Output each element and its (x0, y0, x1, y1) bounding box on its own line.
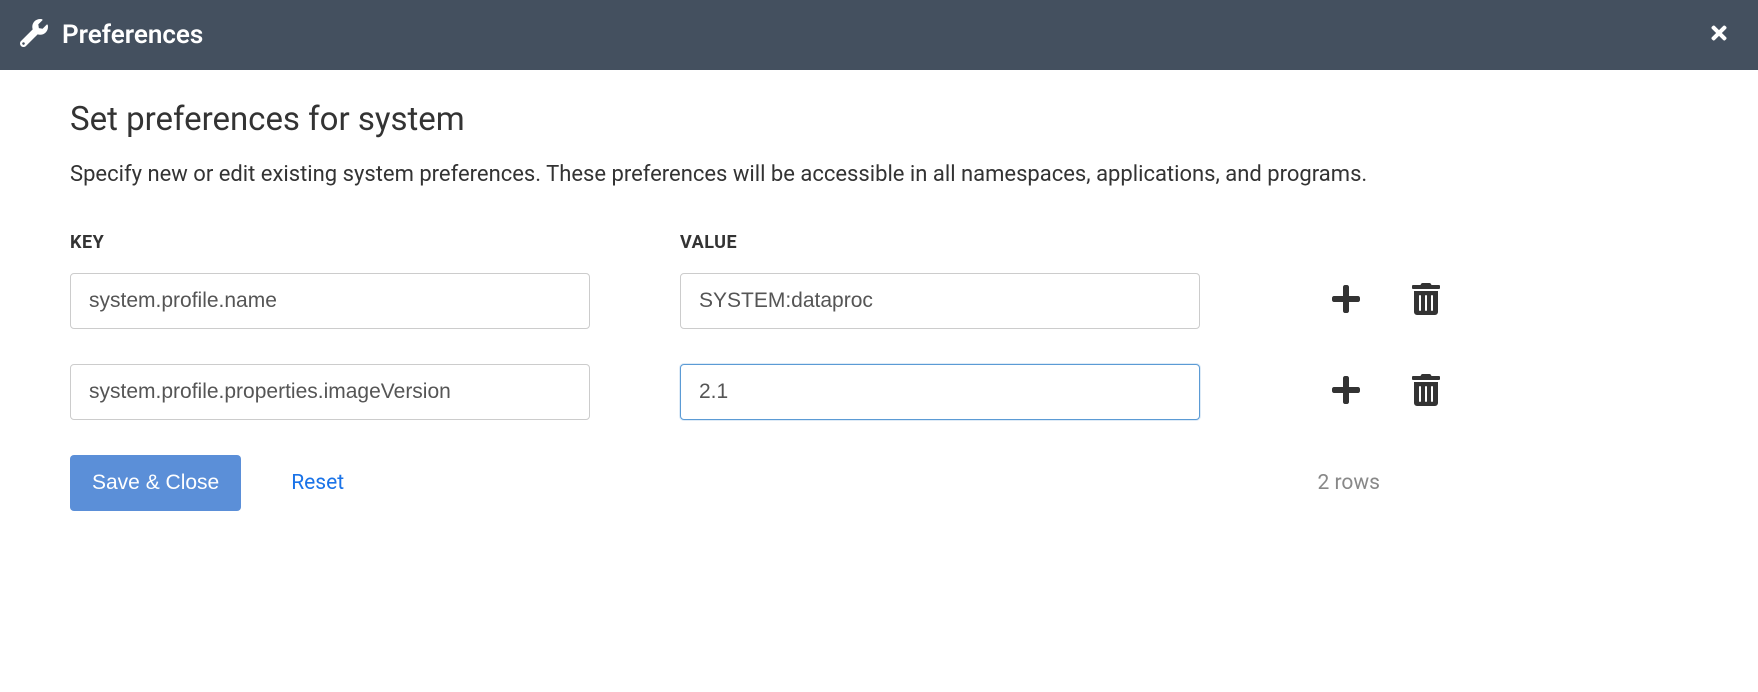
preference-row (70, 273, 1688, 329)
key-input[interactable] (70, 364, 590, 420)
close-icon[interactable] (1700, 14, 1738, 56)
row-actions (1330, 374, 1442, 410)
delete-row-icon[interactable] (1410, 283, 1442, 319)
page-title: Set preferences for system (70, 100, 1688, 139)
value-input[interactable] (680, 273, 1200, 329)
footer-left: Save & Close Reset (70, 455, 344, 511)
dialog-header: Preferences (0, 0, 1758, 70)
dialog-content: Set preferences for system Specify new o… (0, 70, 1758, 541)
page-description: Specify new or edit existing system pref… (70, 157, 1688, 192)
preference-row (70, 364, 1688, 420)
row-count-label: 2 rows (1317, 471, 1380, 495)
header-left: Preferences (20, 19, 203, 51)
dialog-footer: Save & Close Reset 2 rows (70, 455, 1380, 511)
column-header-value: VALUE (680, 232, 1200, 253)
value-input[interactable] (680, 364, 1200, 420)
table-headers: KEY VALUE (70, 232, 1688, 253)
row-actions (1330, 283, 1442, 319)
reset-link[interactable]: Reset (291, 471, 344, 495)
add-row-icon[interactable] (1330, 374, 1362, 410)
key-input[interactable] (70, 273, 590, 329)
column-header-key: KEY (70, 232, 590, 253)
dialog-title: Preferences (62, 20, 203, 50)
save-close-button[interactable]: Save & Close (70, 455, 241, 511)
add-row-icon[interactable] (1330, 283, 1362, 319)
delete-row-icon[interactable] (1410, 374, 1442, 410)
wrench-icon (20, 19, 48, 51)
